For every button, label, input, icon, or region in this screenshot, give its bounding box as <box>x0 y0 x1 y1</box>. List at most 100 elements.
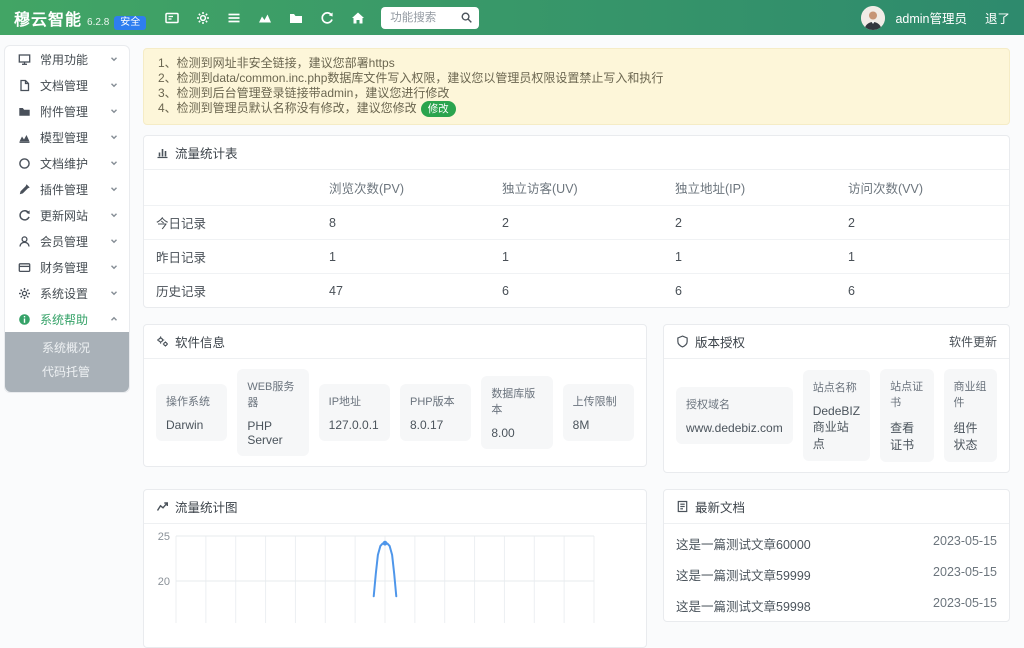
info-card-webserver: WEB服务器 PHP Server <box>237 369 308 456</box>
license-card-sitename: 站点名称 DedeBIZ商业站点 <box>803 370 870 461</box>
doc-date: 2023-05-15 <box>933 534 997 553</box>
info-card-db: 数据库版本 8.00 <box>481 376 552 449</box>
submenu-item-overview[interactable]: 系统概况 <box>5 336 129 360</box>
chevron-down-icon <box>109 288 119 298</box>
cell: 2 <box>663 206 836 240</box>
cell: 6 <box>836 274 1009 308</box>
menu-icon[interactable] <box>218 0 249 35</box>
modify-badge[interactable]: 修改 <box>421 101 456 117</box>
row-label: 今日记录 <box>144 206 317 240</box>
sidebar-item-update-site[interactable]: 更新网站 <box>5 202 129 228</box>
logout-button[interactable]: 退了 <box>985 8 1010 27</box>
software-cards: 操作系统 Darwin WEB服务器 PHP Server IP地址 127.0… <box>144 359 646 466</box>
list-item: 这是一篇测试文章59999 2023-05-15 <box>664 559 1009 590</box>
sidebar-item-finance[interactable]: 财务管理 <box>5 254 129 280</box>
software-update-link[interactable]: 软件更新 <box>949 333 997 350</box>
user-area: admin管理员 退了 <box>861 6 1010 30</box>
username[interactable]: admin管理员 <box>895 8 967 27</box>
home-icon[interactable] <box>342 0 373 35</box>
card-value: 8.00 <box>491 426 542 440</box>
cell: 6 <box>663 274 836 308</box>
card-label: IP地址 <box>329 393 380 409</box>
license-card-component: 商业组件 组件状态 <box>944 369 997 462</box>
security-alert: 1、检测到网址非安全链接，建议您部署https 2、检测到data/common… <box>143 48 1010 125</box>
chevron-down-icon <box>109 236 119 246</box>
sidebar-item-maintenance[interactable]: 文档维护 <box>5 150 129 176</box>
chevron-down-icon <box>109 54 119 64</box>
doc-title-link[interactable]: 这是一篇测试文章59999 <box>676 565 811 584</box>
search-icon[interactable] <box>460 11 473 24</box>
list-item: 这是一篇测试文章60000 2023-05-15 <box>664 528 1009 559</box>
latest-docs-panel: 最新文档 这是一篇测试文章60000 2023-05-15 这是一篇测试文章59… <box>663 489 1010 622</box>
doc-title-link[interactable]: 这是一篇测试文章59998 <box>676 596 811 615</box>
table-row: 昨日记录 1 1 1 1 <box>144 240 1009 274</box>
software-info-header: 软件信息 <box>144 325 646 359</box>
sidebar-item-attachments[interactable]: 附件管理 <box>5 98 129 124</box>
card-label: PHP版本 <box>410 393 461 409</box>
sidebar-item-plugins[interactable]: 插件管理 <box>5 176 129 202</box>
sidebar-item-members[interactable]: 会员管理 <box>5 228 129 254</box>
chevron-down-icon <box>109 210 119 220</box>
brand-name: 穆云智能 <box>14 6 82 30</box>
area-chart-icon[interactable] <box>249 0 280 35</box>
refresh-icon[interactable] <box>311 0 342 35</box>
topbar: 穆云智能 6.2.8 安全 <box>0 0 1024 35</box>
sidebar-item-label: 系统设置 <box>40 285 100 302</box>
bar-chart-icon <box>156 146 169 159</box>
row-label: 历史记录 <box>144 274 317 308</box>
chevron-down-icon <box>109 184 119 194</box>
sidebar-item-help[interactable]: 系统帮助 <box>5 306 129 332</box>
traffic-table: 浏览次数(PV) 独立访客(UV) 独立地址(IP) 访问次数(VV) 今日记录… <box>144 170 1009 307</box>
panel-title: 版本授权 <box>695 332 745 351</box>
col-header-pv: 浏览次数(PV) <box>317 170 490 206</box>
traffic-table-panel: 流量统计表 浏览次数(PV) 独立访客(UV) 独立地址(IP) 访问次数(VV… <box>143 135 1010 308</box>
svg-text:25: 25 <box>158 531 170 543</box>
document-icon <box>676 500 689 513</box>
card-label: 上传限制 <box>573 393 624 409</box>
panel-title: 软件信息 <box>175 332 225 351</box>
sidebar-item-models[interactable]: 模型管理 <box>5 124 129 150</box>
table-row: 今日记录 8 2 2 2 <box>144 206 1009 240</box>
alert-line: 4、检测到管理员默认名称没有修改，建议您修改修改 <box>158 101 995 117</box>
sidebar-item-label: 附件管理 <box>40 103 100 120</box>
list-item: 这是一篇测试文章59998 2023-05-15 <box>664 590 1009 621</box>
brand: 穆云智能 6.2.8 安全 <box>14 6 146 30</box>
card-label: 授权域名 <box>686 396 783 412</box>
panel-icon[interactable] <box>156 0 187 35</box>
sidebar-item-documents[interactable]: 文档管理 <box>5 72 129 98</box>
sidebar: 常用功能 文档管理 附件管理 模型管理 文档维护 插件管理 更新网站 会员管理 <box>4 45 130 393</box>
doc-title-link[interactable]: 这是一篇测试文章60000 <box>676 534 811 553</box>
sidebar-item-settings[interactable]: 系统设置 <box>5 280 129 306</box>
cell: 47 <box>317 274 490 308</box>
card-label: 商业组件 <box>954 378 987 410</box>
gear-icon[interactable] <box>187 0 218 35</box>
col-header-ip: 独立地址(IP) <box>663 170 836 206</box>
traffic-chart-header: 流量统计图 <box>144 490 646 524</box>
alert-line: 3、检测到后台管理登录链接带admin，建议您进行修改 <box>158 86 995 101</box>
sidebar-item-label: 插件管理 <box>40 181 100 198</box>
card-value: www.dedebiz.com <box>686 421 783 435</box>
view-cert-link[interactable]: 查看证书 <box>890 419 923 453</box>
col-header <box>144 170 317 206</box>
info-card-ip: IP地址 127.0.0.1 <box>319 384 390 441</box>
panel-title: 最新文档 <box>695 497 745 516</box>
chevron-down-icon <box>109 106 119 116</box>
submenu-item-code-hosting[interactable]: 代码托管 <box>5 360 129 384</box>
folder-icon[interactable] <box>280 0 311 35</box>
chevron-down-icon <box>109 262 119 272</box>
avatar[interactable] <box>861 6 885 30</box>
panel-title: 流量统计表 <box>175 143 238 162</box>
traffic-table-header: 流量统计表 <box>144 136 1009 170</box>
sidebar-item-common[interactable]: 常用功能 <box>5 46 129 72</box>
cogs-icon <box>156 335 169 348</box>
component-status-link[interactable]: 组件状态 <box>954 419 987 453</box>
sidebar-item-label: 文档维护 <box>40 155 100 172</box>
latest-docs-list: 这是一篇测试文章60000 2023-05-15 这是一篇测试文章59999 2… <box>664 528 1009 621</box>
card-value: DedeBIZ商业站点 <box>813 404 860 452</box>
sidebar-item-label: 财务管理 <box>40 259 100 276</box>
traffic-chart: 2520 <box>144 527 646 647</box>
sidebar-submenu: 系统概况 代码托管 <box>5 332 129 392</box>
card-value: 8.0.17 <box>410 418 461 432</box>
cell: 6 <box>490 274 663 308</box>
sidebar-item-label: 文档管理 <box>40 77 100 94</box>
